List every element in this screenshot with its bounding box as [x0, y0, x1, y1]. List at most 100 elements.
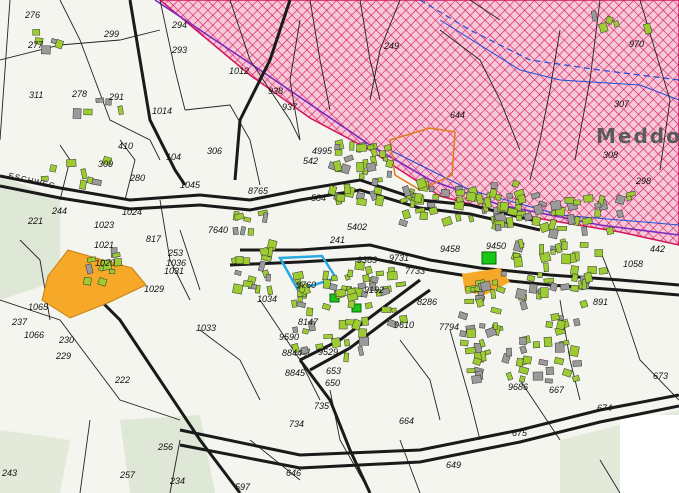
building-footprint: [581, 226, 588, 236]
parcel-number-label: 584: [311, 193, 326, 203]
building-footprint: [371, 178, 379, 187]
building-footprint: [356, 143, 367, 153]
building-footprint: [538, 358, 549, 366]
parcel-number-label: 1012: [229, 66, 249, 76]
building-footprint: [560, 283, 570, 291]
parcel-number-label: 675: [512, 428, 528, 438]
building-footprint: [243, 216, 252, 223]
parcel-number-label: 673: [653, 371, 668, 381]
building-footprint: [364, 265, 373, 275]
parcel-number-label: 9363: [357, 255, 377, 265]
building-footprint: [343, 154, 354, 163]
building-footprint: [108, 268, 116, 275]
building-footprint: [505, 371, 514, 381]
building-footprint: [564, 197, 575, 204]
building-footprint: [66, 158, 77, 168]
parcel-number-label: 1029: [144, 284, 164, 294]
map-canvas[interactable]: Meddo ESCHWEG 276277299293294311 278 29110…: [0, 0, 679, 493]
parcel-number-label: 291: [108, 92, 124, 102]
parcel-number-label: 280: [129, 173, 145, 183]
building-footprint: [343, 352, 350, 363]
building-footprint: [321, 302, 332, 311]
building-footprint: [583, 194, 594, 203]
building-footprint: [532, 371, 544, 381]
parcel-number-label: 891: [593, 297, 608, 307]
building-footprint: [334, 143, 341, 151]
building-footprint: [456, 196, 464, 203]
parcel-number-label: 649: [446, 460, 461, 470]
parcel-number-label: 410: [118, 141, 133, 151]
parcel-number-label: 234: [169, 476, 185, 486]
building-footprint: [292, 270, 305, 281]
building-footprint: [526, 274, 536, 282]
building-footprint: [459, 339, 469, 347]
building-footprint: [379, 150, 387, 158]
building-footprint: [579, 299, 589, 309]
parcel-number-label: 222: [114, 375, 130, 385]
parcel-number-label: 970: [629, 39, 644, 49]
building-footprint: [550, 200, 562, 211]
parcel-number-label: 9590: [279, 332, 299, 342]
building-footprint: [490, 289, 497, 299]
parcel-number-label: 293: [171, 45, 187, 55]
parcel-number-label: 308: [603, 150, 618, 160]
parcel-number-label: 243: [1, 468, 17, 478]
building-footprint: [515, 214, 523, 222]
building-footprint: [247, 228, 255, 236]
building-footprint: [561, 253, 571, 265]
building-footprint: [322, 270, 330, 281]
building-footprint: [539, 287, 549, 298]
parcel-number-label: 9760: [296, 280, 316, 290]
parcel-number-label: 1023: [94, 220, 114, 230]
building-footprint: [356, 161, 365, 173]
building-footprint: [265, 273, 271, 282]
parcel-number-label: 309: [98, 159, 113, 169]
building-footprint: [455, 213, 462, 222]
building-footprint: [464, 298, 475, 304]
building-footprint: [365, 162, 377, 173]
building-footprint: [506, 347, 513, 357]
building-footprint: [468, 214, 475, 223]
building-footprint: [373, 186, 383, 195]
cadastral-map[interactable]: Meddo ESCHWEG 276 277 299 293 294 311 278 291 10…: [0, 0, 679, 493]
parcel-number-label: 277: [27, 40, 44, 50]
parcel-number-label: 8844: [282, 348, 302, 358]
building-footprint: [537, 272, 543, 279]
building-footprint: [515, 357, 524, 368]
building-footprint: [519, 336, 528, 346]
parcel-number-label: 644: [450, 110, 465, 120]
parcel-number-label: 1031: [164, 266, 184, 276]
building-footprint: [518, 365, 530, 375]
building-footprint: [349, 141, 355, 151]
parcel-number-label: 646: [286, 468, 301, 478]
parcel-number-label: 9529: [318, 347, 338, 357]
building-footprint: [543, 277, 555, 284]
building-footprint: [545, 366, 555, 376]
parcel-number-label: 9731: [389, 253, 409, 263]
parcel-number-label: 542: [303, 156, 318, 166]
parcel-number-label: 1065: [28, 302, 49, 312]
building-footprint: [328, 282, 338, 292]
parcel-number-label: 307: [614, 99, 630, 109]
building-footprint: [492, 279, 498, 286]
parcel-number-label: 1021: [94, 240, 114, 250]
building-footprint: [513, 256, 523, 268]
building-footprint: [413, 192, 423, 204]
building-footprint: [239, 226, 247, 236]
parcel-number-label: 650: [325, 378, 340, 388]
building-footprint: [306, 307, 314, 317]
parcel-number-label: 1024: [122, 207, 142, 217]
parcel-number-label: 664: [399, 416, 414, 426]
building-footprint: [441, 216, 453, 227]
building-footprint: [32, 29, 41, 36]
building-footprint: [234, 269, 242, 276]
parcel-number-label: 241: [329, 235, 345, 245]
parcel-number-label: 735: [314, 401, 330, 411]
building-footprint: [49, 164, 57, 173]
building-footprint: [572, 360, 583, 367]
building-footprint: [357, 345, 365, 356]
parcel-number-label: 8286: [417, 297, 437, 307]
building-footprint: [83, 276, 92, 286]
building-footprint: [79, 179, 87, 190]
parcel-number-label: 1034: [257, 294, 277, 304]
